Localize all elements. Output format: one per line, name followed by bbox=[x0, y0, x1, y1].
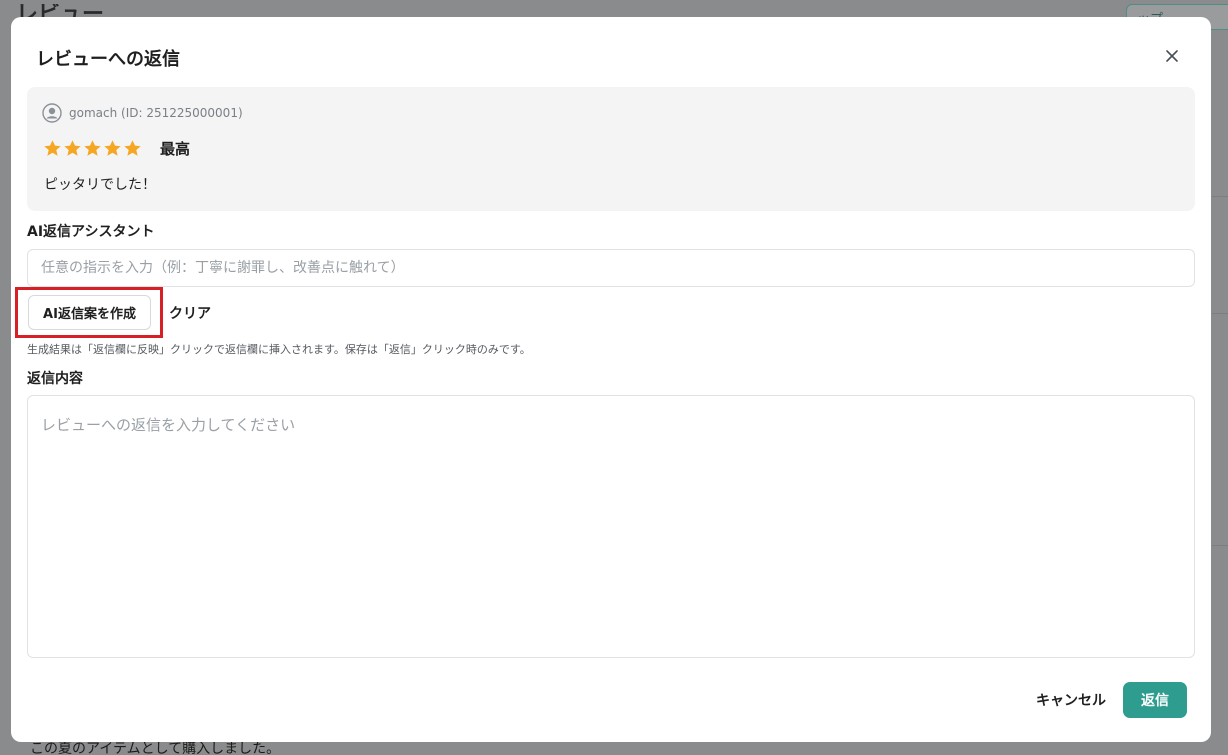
star-icon bbox=[84, 140, 101, 156]
cancel-button[interactable]: キャンセル bbox=[1021, 682, 1121, 718]
user-avatar-icon bbox=[42, 103, 62, 123]
clear-button[interactable]: クリア bbox=[161, 295, 219, 330]
helper-text: 生成結果は「返信欄に反映」クリックで返信欄に挿入されます。保存は「返信」クリック… bbox=[27, 343, 531, 356]
rating-label: 最高 bbox=[160, 140, 191, 158]
reply-modal: レビューへの返信 gomach (ID: 251225000001) 最高 ピッ… bbox=[11, 17, 1211, 742]
reply-content-label: 返信内容 bbox=[27, 371, 83, 387]
background-divider bbox=[1212, 313, 1228, 314]
ai-instruction-input[interactable] bbox=[27, 249, 1195, 287]
star-icon bbox=[124, 140, 141, 156]
submit-reply-button[interactable]: 返信 bbox=[1123, 682, 1187, 718]
reviewer-info: gomach (ID: 251225000001) bbox=[42, 103, 243, 123]
star-icon bbox=[44, 140, 61, 156]
background-divider bbox=[1212, 196, 1228, 197]
ai-assistant-label: AI返信アシスタント bbox=[27, 224, 155, 240]
close-icon bbox=[1166, 50, 1178, 62]
star-icon bbox=[104, 140, 121, 156]
reviewer-name: gomach (ID: 251225000001) bbox=[69, 106, 243, 120]
review-card: gomach (ID: 251225000001) 最高 ピッタリでした！ bbox=[27, 87, 1195, 211]
star-icon bbox=[64, 140, 81, 156]
background-divider bbox=[1212, 545, 1228, 546]
star-rating: 最高 bbox=[43, 138, 190, 159]
modal-title: レビューへの返信 bbox=[36, 49, 180, 70]
background-page-title: レビュー bbox=[16, 4, 105, 18]
review-body: ピッタリでした！ bbox=[44, 177, 156, 193]
reply-textarea[interactable] bbox=[27, 395, 1195, 658]
generate-ai-reply-button[interactable]: AI返信案を作成 bbox=[28, 295, 151, 330]
close-button[interactable] bbox=[1161, 45, 1183, 67]
